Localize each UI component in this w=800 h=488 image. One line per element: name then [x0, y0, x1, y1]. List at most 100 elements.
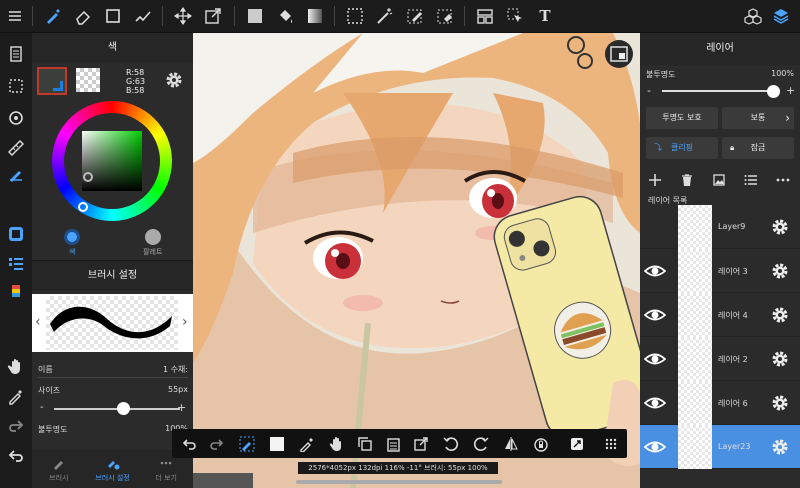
tab-palette[interactable]: 팔레트: [113, 226, 194, 260]
layer-image-icon[interactable]: [710, 171, 728, 189]
layer-row[interactable]: 레이어 3: [640, 249, 800, 293]
paste-icon[interactable]: [382, 433, 404, 455]
delete-layer-icon[interactable]: [678, 171, 696, 189]
eye-icon[interactable]: [644, 438, 666, 456]
primary-color-swatch[interactable]: [37, 67, 67, 95]
flip-icon[interactable]: [500, 433, 522, 455]
eye-icon[interactable]: [644, 306, 666, 324]
layers-icon[interactable]: [770, 5, 792, 27]
undo-icon[interactable]: [5, 445, 27, 467]
pages-icon[interactable]: [5, 43, 27, 65]
fill-color-icon[interactable]: [244, 5, 266, 27]
brush-preview[interactable]: ‹ ›: [32, 294, 193, 352]
select-pen-icon[interactable]: [404, 5, 426, 27]
eyedropper-icon[interactable]: [296, 433, 318, 455]
brush-panel-title: 브러시 설정: [32, 261, 193, 291]
layer-row[interactable]: 레이어 4: [640, 293, 800, 337]
fullscreen-icon[interactable]: [566, 433, 588, 455]
materials-icon[interactable]: [742, 5, 764, 27]
gear-icon[interactable]: [770, 393, 790, 413]
blend-mode-button[interactable]: 보통 ›: [722, 107, 794, 129]
hue-cursor[interactable]: [78, 202, 88, 212]
layer-thumbnail: [678, 381, 712, 425]
gear-icon[interactable]: [770, 261, 790, 281]
color-wheel[interactable]: [52, 101, 172, 221]
protect-alpha-button[interactable]: 투명도 보호: [646, 107, 718, 129]
transform-icon[interactable]: [202, 5, 224, 27]
undo-icon[interactable]: [178, 433, 200, 455]
layer-row[interactable]: 레이어 2: [640, 337, 800, 381]
tab-brush-settings[interactable]: 브러시 설정: [86, 449, 140, 488]
brush-size-row: 사이즈 55px: [38, 385, 188, 396]
gear-icon[interactable]: [770, 349, 790, 369]
marquee-icon[interactable]: [344, 5, 366, 27]
more-icon[interactable]: [774, 171, 792, 189]
color-swatch-icon[interactable]: [266, 433, 288, 455]
color-panel-toggle-icon[interactable]: [5, 223, 27, 245]
lock-icon[interactable]: [530, 433, 552, 455]
layer-opacity-slider[interactable]: [662, 90, 774, 92]
chevron-right-icon[interactable]: ›: [182, 314, 188, 330]
select-rect-icon[interactable]: [102, 5, 124, 27]
bucket-icon[interactable]: [274, 5, 296, 27]
add-layer-icon[interactable]: [646, 171, 664, 189]
lock-button[interactable]: 🔒︎ 잠금: [722, 137, 794, 159]
eye-icon[interactable]: [644, 350, 666, 368]
text-icon[interactable]: T: [534, 5, 556, 27]
select-arrow-icon[interactable]: [504, 5, 526, 27]
hand-icon[interactable]: [5, 355, 27, 377]
home-indicator[interactable]: [296, 480, 502, 484]
eye-icon[interactable]: [644, 262, 666, 280]
navigator-button[interactable]: [605, 40, 633, 68]
hand-icon[interactable]: [326, 433, 348, 455]
gear-icon[interactable]: [164, 70, 184, 90]
clipping-button[interactable]: ⤵ 클리핑: [646, 137, 718, 159]
chevron-left-icon[interactable]: ‹: [35, 314, 41, 330]
tab-brush[interactable]: 브러시: [32, 449, 86, 488]
layer-opacity-increase[interactable]: +: [786, 84, 795, 97]
snap-icon[interactable]: [5, 107, 27, 129]
gear-icon[interactable]: [770, 217, 790, 237]
gradient-bar-icon[interactable]: [5, 281, 27, 303]
brush-select-icon[interactable]: [236, 433, 258, 455]
size-increase-button[interactable]: +: [177, 401, 186, 414]
panel-layout-icon[interactable]: [474, 5, 496, 27]
selection-layer-icon[interactable]: [5, 75, 27, 97]
copy-icon[interactable]: [354, 433, 376, 455]
hand-drawing-icon[interactable]: [5, 163, 27, 185]
eye-icon[interactable]: [644, 394, 666, 412]
grid-icon[interactable]: [600, 433, 622, 455]
size-decrease-button[interactable]: -: [40, 402, 44, 413]
gradient-icon[interactable]: [304, 5, 326, 27]
redo-icon[interactable]: [206, 433, 228, 455]
magic-wand-icon[interactable]: [374, 5, 396, 27]
move-icon[interactable]: [172, 5, 194, 27]
layer-opacity-knob[interactable]: [767, 85, 780, 98]
brush-size-knob[interactable]: [117, 402, 131, 415]
brush-name-row[interactable]: 이름 1 수채:: [38, 364, 188, 375]
select-eraser-icon[interactable]: [434, 5, 456, 27]
brush-icon[interactable]: [42, 5, 64, 27]
ruler-icon[interactable]: [5, 137, 27, 159]
eyedropper-icon[interactable]: [5, 385, 27, 407]
gear-icon[interactable]: [770, 437, 790, 457]
menu-icon[interactable]: [4, 5, 26, 27]
export-icon[interactable]: [410, 433, 432, 455]
rotate-right-icon[interactable]: [470, 433, 492, 455]
sv-cursor[interactable]: [83, 172, 93, 182]
redo-icon[interactable]: [5, 415, 27, 437]
secondary-color-swatch[interactable]: [76, 68, 100, 92]
layer-list-icon[interactable]: [742, 171, 760, 189]
brush-panel-toggle-icon[interactable]: [5, 253, 27, 275]
rotate-left-icon[interactable]: [440, 433, 462, 455]
eraser-icon[interactable]: [72, 5, 94, 27]
layer-row[interactable]: Layer23: [640, 425, 800, 469]
layer-opacity-decrease[interactable]: -: [647, 84, 651, 97]
layer-row[interactable]: 레이어 6: [640, 381, 800, 425]
drawing-canvas[interactable]: [193, 33, 640, 488]
saturation-value-square[interactable]: [82, 131, 142, 191]
tab-color[interactable]: 색: [32, 226, 113, 260]
layer-row[interactable]: Layer9: [640, 205, 800, 249]
auto-select-icon[interactable]: [132, 5, 154, 27]
gear-icon[interactable]: [770, 305, 790, 325]
